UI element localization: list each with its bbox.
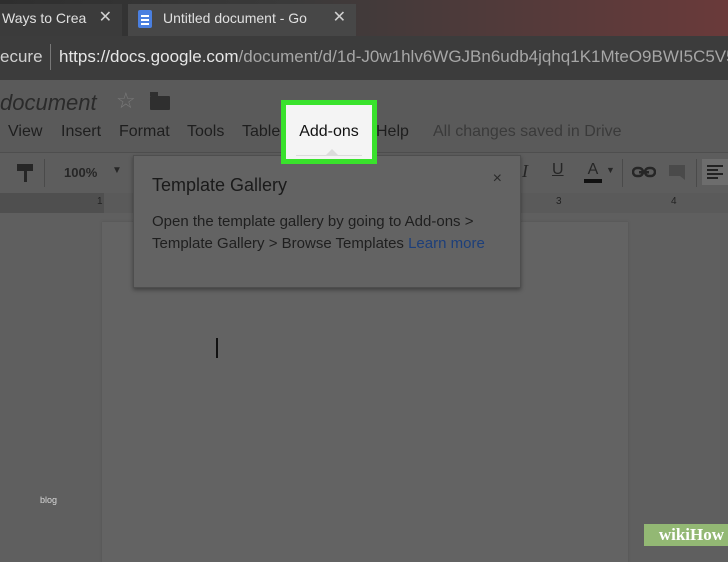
align-left-icon[interactable] bbox=[702, 159, 728, 185]
url-host: https://docs.google.com bbox=[59, 47, 239, 66]
text-cursor bbox=[216, 338, 218, 358]
underline-button[interactable]: U bbox=[552, 161, 564, 179]
secure-label: ecure bbox=[0, 47, 43, 66]
menu-table[interactable]: Table bbox=[242, 123, 280, 141]
text-color-button[interactable]: A bbox=[584, 161, 602, 183]
star-icon[interactable]: ☆ bbox=[116, 88, 136, 114]
comment-icon[interactable] bbox=[668, 164, 686, 180]
menu-tools[interactable]: Tools bbox=[187, 123, 224, 141]
text-color-dropdown-icon[interactable]: ▼ bbox=[606, 165, 615, 175]
menu-insert[interactable]: Insert bbox=[61, 123, 101, 141]
menu-view[interactable]: View bbox=[8, 123, 42, 141]
wikihow-logo: wikiHow bbox=[644, 524, 728, 546]
browser-tab-ways[interactable]: Ways to Crea ✕ bbox=[0, 4, 122, 36]
menu-underline bbox=[296, 155, 362, 156]
address-divider bbox=[50, 44, 51, 70]
toolbar-divider bbox=[622, 159, 623, 187]
popup-title: Template Gallery bbox=[152, 175, 288, 195]
close-tab-icon[interactable]: ✕ bbox=[99, 4, 112, 32]
toolbar-divider bbox=[696, 159, 697, 187]
ruler-number: 3 bbox=[556, 196, 562, 207]
popup-body: Open the template gallery by going to Ad… bbox=[152, 211, 512, 255]
save-status: All changes saved in Drive bbox=[433, 123, 622, 140]
ruler-margin bbox=[0, 193, 104, 213]
menu-help[interactable]: Help bbox=[376, 123, 409, 141]
popup-pointer bbox=[326, 149, 338, 155]
blog-watermark: blog bbox=[40, 495, 58, 505]
close-tab-icon[interactable]: ✕ bbox=[333, 4, 346, 32]
document-title[interactable]: document bbox=[0, 90, 97, 116]
paint-format-icon[interactable] bbox=[16, 163, 34, 183]
learn-more-link[interactable]: Learn more bbox=[408, 235, 485, 252]
add-ons-menu-highlight[interactable]: Add-ons bbox=[281, 100, 377, 164]
ruler-number: 1 bbox=[97, 196, 103, 207]
docs-icon bbox=[138, 10, 152, 28]
tab-title: Untitled document - Go bbox=[163, 10, 307, 26]
address-bar[interactable]: ecure https://docs.google.com/document/d… bbox=[0, 36, 728, 80]
zoom-select[interactable]: 100% bbox=[64, 165, 97, 180]
menu-format[interactable]: Format bbox=[119, 123, 170, 141]
italic-button[interactable]: I bbox=[522, 161, 528, 182]
zoom-dropdown-icon[interactable]: ▼ bbox=[112, 165, 122, 176]
browser-tab-strip: Ways to Crea ✕ Untitled document - Go ✕ bbox=[0, 0, 728, 36]
close-icon[interactable]: × bbox=[493, 170, 502, 188]
folder-icon[interactable] bbox=[150, 92, 170, 110]
wiki-text: wiki bbox=[658, 525, 690, 544]
browser-tab-untitled-document[interactable]: Untitled document - Go ✕ bbox=[128, 4, 356, 36]
url-text[interactable]: https://docs.google.com/document/d/1d-J0… bbox=[59, 47, 728, 67]
url-path: /document/d/1d-J0w1hlv6WGJBn6udb4jqhq1K1… bbox=[238, 47, 728, 66]
template-gallery-popup: Template Gallery × Open the template gal… bbox=[133, 155, 521, 288]
menu-add-ons[interactable]: Add-ons bbox=[286, 123, 372, 141]
link-icon[interactable] bbox=[632, 165, 656, 179]
tab-title: Ways to Crea bbox=[2, 10, 87, 26]
ruler-number: 4 bbox=[671, 196, 677, 207]
toolbar-divider bbox=[44, 159, 45, 187]
how-text: How bbox=[690, 525, 724, 544]
